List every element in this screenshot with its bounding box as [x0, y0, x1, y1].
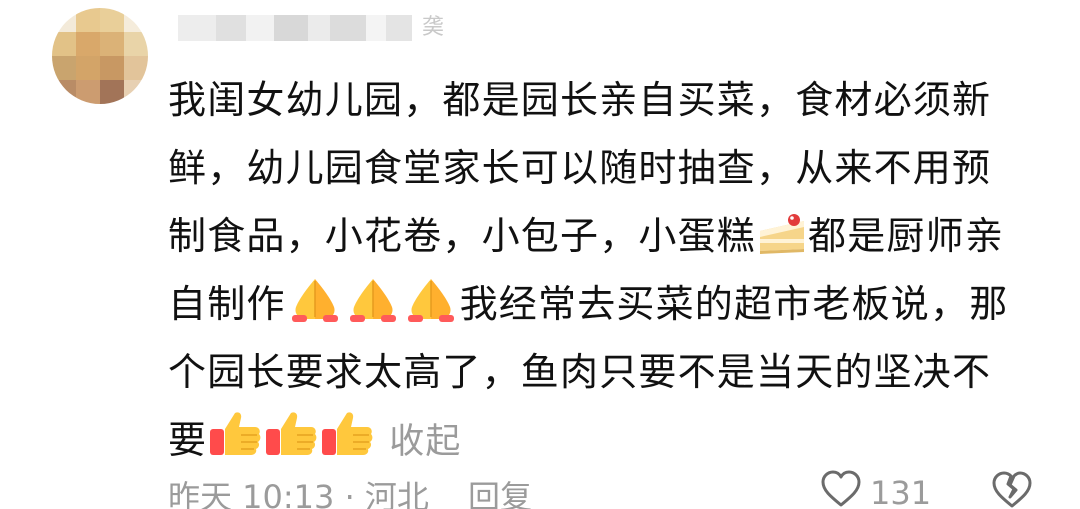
comment-text: 自制作 — [168, 282, 286, 326]
comment-footer: 昨天 10:13 · 河北 回复 131 — [168, 470, 1048, 509]
collapse-link[interactable]: 收起 — [389, 422, 461, 462]
comment-card: 䶮 我闺女幼儿园，都是园长亲自买菜，食材必须新 鲜，幼儿园食堂家长可以随时抽查，… — [0, 0, 1080, 509]
comment-line-3: 制食品，小花卷，小包子，小蛋糕 都是厨师亲 — [168, 202, 1048, 270]
comment-text: 都是厨师亲 — [808, 214, 1005, 258]
folded-hands-emoji — [286, 275, 344, 344]
like-button[interactable]: 131 — [820, 470, 931, 509]
comment-text: 我经常去买菜的超市老板说，那 — [459, 282, 1009, 326]
username-tail: 䶮 — [422, 15, 445, 40]
comment-text: 要 — [168, 418, 208, 462]
comment-line-4: 自制作 我经常去买菜的超市老板说，那 — [168, 270, 1048, 338]
dislike-button[interactable] — [990, 470, 1034, 509]
comment-line-5: 个园长要求太高了，鱼肉只要不是当天的坚决不 — [168, 350, 992, 394]
comment-line-6: 要 收起 — [168, 406, 1048, 474]
timestamp-location: 昨天 10:13 · 河北 — [168, 478, 429, 509]
heart-outline-icon — [820, 470, 862, 509]
username[interactable]: 䶮 — [178, 14, 444, 42]
shortcake-emoji — [756, 208, 808, 276]
comment-body: 我闺女幼儿园，都是园长亲自买菜，食材必须新 鲜，幼儿园食堂家长可以随时抽查，从来… — [168, 66, 1048, 474]
comment-line-1: 我闺女幼儿园，都是园长亲自买菜，食材必须新 — [168, 78, 992, 122]
comment-line-2: 鲜，幼儿园食堂家长可以随时抽查，从来不用预 — [168, 146, 992, 190]
folded-hands-emoji — [344, 275, 402, 344]
user-avatar[interactable] — [52, 8, 148, 104]
reply-button[interactable]: 回复 — [468, 472, 532, 509]
folded-hands-emoji — [402, 275, 460, 344]
broken-heart-outline-icon — [990, 471, 1034, 509]
comment-text: 制食品，小花卷，小包子，小蛋糕 — [168, 214, 757, 258]
like-count: 131 — [870, 474, 932, 509]
